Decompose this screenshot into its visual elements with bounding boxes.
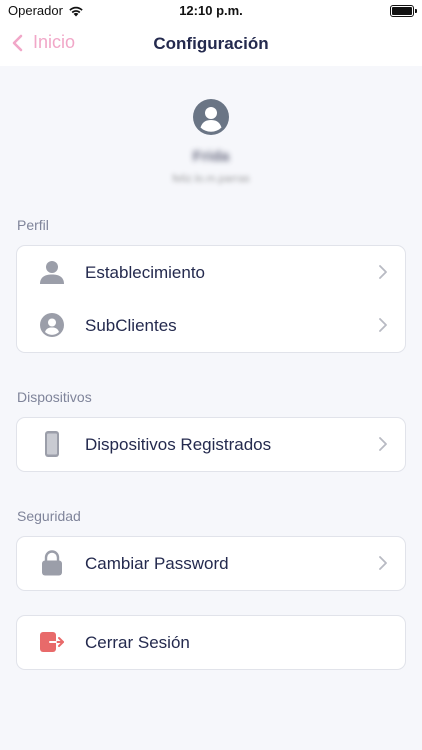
row-dispositivos-registrados[interactable]: Dispositivos Registrados [17, 418, 405, 471]
section-label-perfil: Perfil [17, 217, 49, 233]
settings-screen: Operador 12:10 p.m. Inicio Configuración… [0, 0, 422, 750]
row-establecimiento[interactable]: Establecimiento [17, 246, 405, 299]
battery-icon [390, 5, 417, 17]
lock-icon [39, 550, 65, 576]
battery-nub [415, 9, 417, 13]
chevron-right-icon [379, 437, 387, 451]
logout-icon [39, 629, 65, 655]
chevron-right-icon [379, 318, 387, 332]
user-subtitle: feliz.lo.m.parras [172, 173, 250, 185]
user-name: Frida [192, 148, 230, 165]
person-icon [39, 259, 65, 285]
navigation-bar: Inicio Configuración [0, 22, 422, 66]
logout-button[interactable]: Cerrar Sesión [17, 616, 405, 669]
perfil-card: Establecimiento SubClientes [16, 245, 406, 353]
row-subclientes[interactable]: SubClientes [17, 299, 405, 352]
chevron-right-icon [379, 556, 387, 570]
person-circle-icon [39, 312, 65, 338]
section-label-dispositivos: Dispositivos [17, 389, 92, 405]
seguridad-card: Cambiar Password [16, 536, 406, 591]
logout-card: Cerrar Sesión [16, 615, 406, 670]
logout-label: Cerrar Sesión [85, 632, 190, 652]
section-label-seguridad: Seguridad [17, 508, 81, 524]
chevron-right-icon [379, 265, 387, 279]
page-title: Configuración [153, 34, 269, 53]
row-cambiar-password[interactable]: Cambiar Password [17, 537, 405, 590]
avatar[interactable] [193, 99, 229, 135]
status-bar: Operador 12:10 p.m. [0, 0, 422, 22]
battery-fill [392, 7, 412, 15]
status-time: 12:10 p.m. [179, 3, 243, 18]
row-label-cambiar-password: Cambiar Password [85, 553, 229, 573]
row-label-establecimiento: Establecimiento [85, 262, 206, 282]
row-label-dispositivos-registrados: Dispositivos Registrados [85, 434, 272, 454]
phone-icon [39, 431, 65, 457]
dispositivos-card: Dispositivos Registrados [16, 417, 406, 472]
row-label-subclientes: SubClientes [85, 315, 177, 335]
